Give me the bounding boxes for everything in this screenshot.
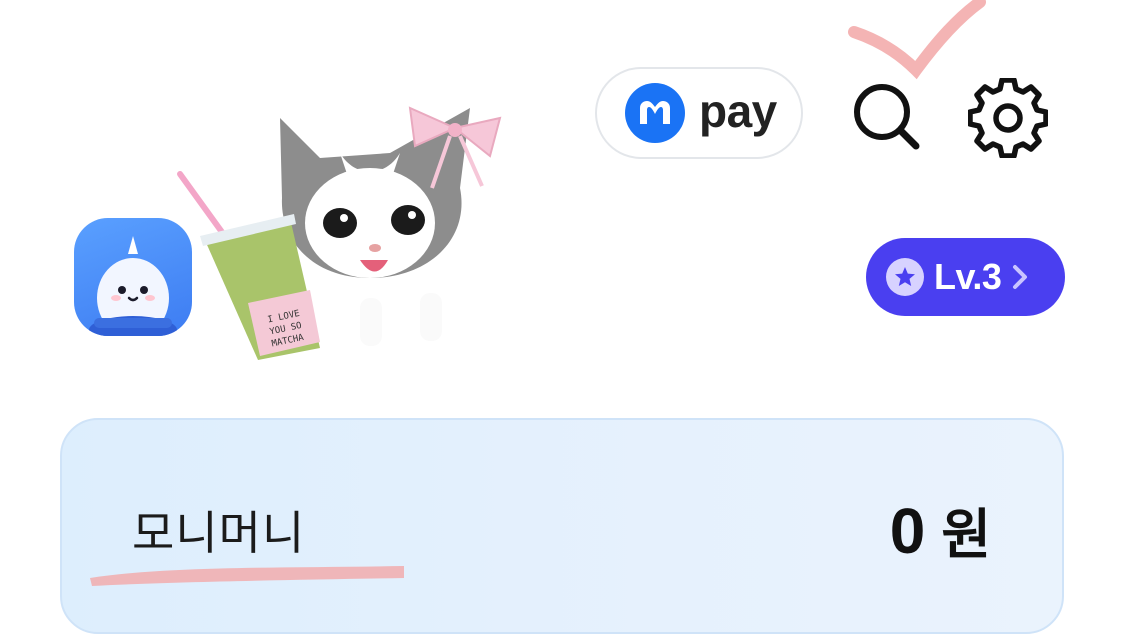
pay-logo-icon [625,83,685,143]
gear-icon [967,77,1049,159]
level-label: Lv.3 [934,256,1002,297]
pay-button[interactable]: pay [595,67,803,159]
cat-matcha-sticker: I LOVE YOU SO MATCHA [177,106,502,360]
search-icon [854,84,920,150]
check-mark-annotation [848,0,986,80]
pay-label: pay [699,85,777,137]
money-amount: 0 원 [890,490,991,569]
settings-button[interactable] [967,77,1049,159]
money-card-label: 모니머니 [132,506,306,560]
chevron-right-icon [1013,265,1028,289]
money-amount-unit: 원 [941,503,991,566]
money-amount-value: 0 [889,495,926,567]
level-badge[interactable]: Lv.3 [866,238,1065,316]
search-button[interactable] [850,80,924,154]
star-icon [886,258,924,296]
underline-annotation [90,566,404,586]
